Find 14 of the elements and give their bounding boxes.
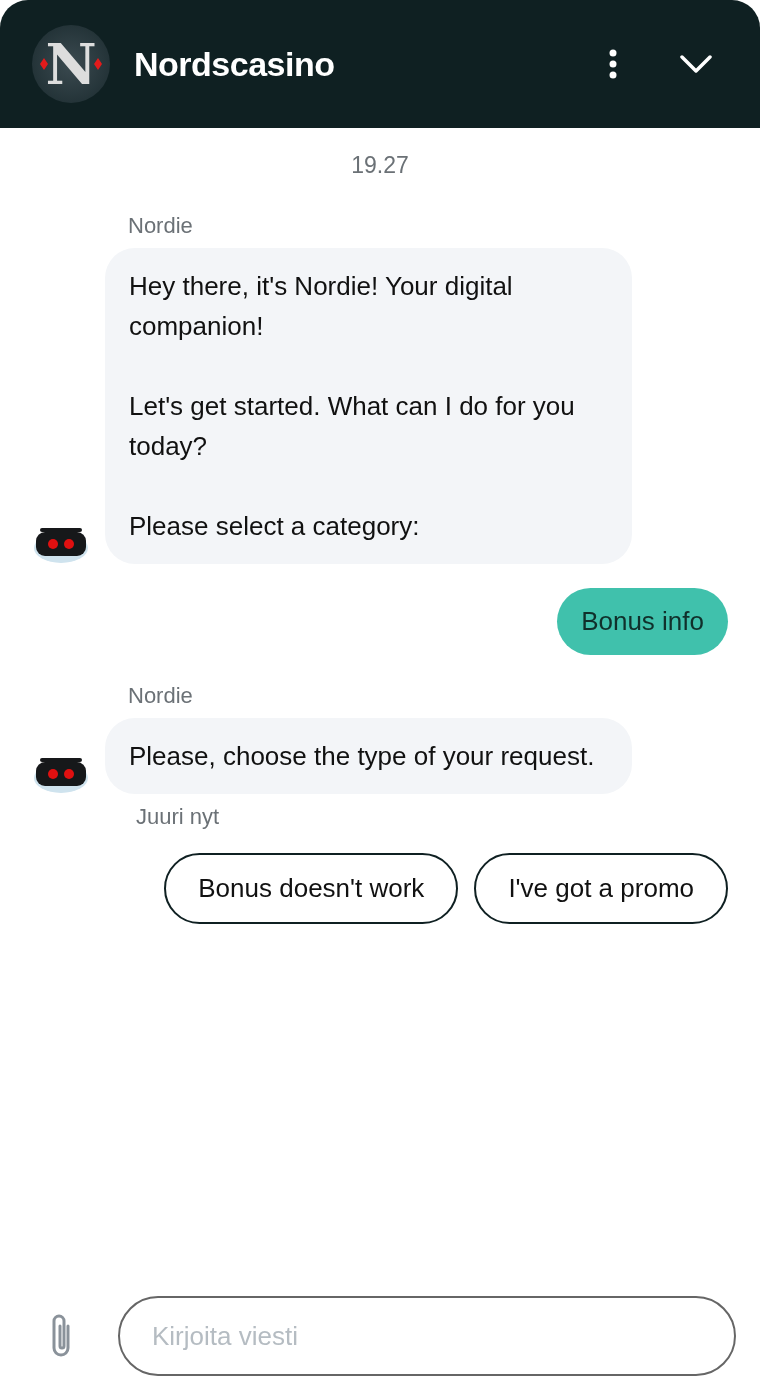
timestamp: 19.27: [350, 151, 410, 180]
sender-name: Nordie: [128, 681, 194, 710]
user-message-bubble: Bonus info: [557, 587, 728, 655]
more-options-icon[interactable]: [608, 49, 618, 79]
brand-name: Nordscasino: [134, 43, 336, 85]
sender-name: Nordie: [128, 211, 194, 240]
quick-reply-button[interactable]: Bonus doesn't work: [164, 852, 459, 924]
message-bubble: Hey there, it's Nordie! Your digital companion! Let's get started. What can I do for you today? Please select a category:: [105, 247, 632, 564]
chevron-down-icon[interactable]: [680, 55, 712, 73]
quick-reply-button[interactable]: I've got a promo: [474, 852, 728, 924]
logo: N: [32, 25, 110, 103]
message-input[interactable]: Kirjoita viesti: [118, 1296, 736, 1376]
delivery-status: Juuri nyt: [136, 802, 221, 831]
message-bubble: Please, choose the type of your request.: [105, 717, 632, 794]
